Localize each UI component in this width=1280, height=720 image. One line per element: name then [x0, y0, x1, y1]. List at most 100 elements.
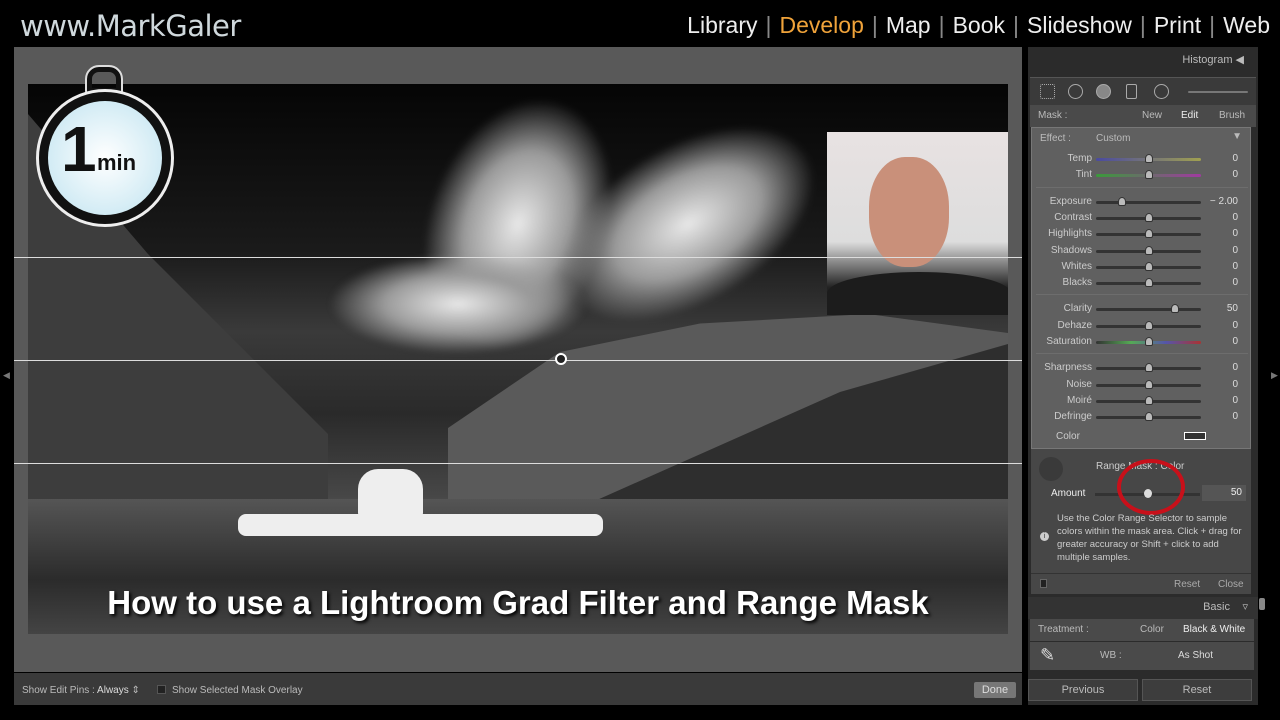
- dehaze-slider[interactable]: [1096, 320, 1201, 330]
- saturation-slider-thumb[interactable]: [1144, 337, 1153, 346]
- eyedropper-icon[interactable]: ✎: [1040, 645, 1055, 666]
- module-web[interactable]: Web: [1223, 12, 1270, 39]
- sharpness-slider[interactable]: [1096, 363, 1201, 373]
- basic-header[interactable]: Basic ▿: [1028, 597, 1258, 619]
- tint-slider[interactable]: [1096, 170, 1201, 180]
- show-edit-pins-select[interactable]: Show Edit Pins : Always ⇕: [22, 685, 140, 696]
- clarity-slider-thumb[interactable]: [1170, 304, 1179, 314]
- image-canvas[interactable]: How to use a Lightroom Grad Filter and R…: [14, 47, 1022, 672]
- slider-defringe: Defringe 0: [1054, 411, 1238, 423]
- highlights-value[interactable]: 0: [1232, 228, 1238, 239]
- module-separator: |: [1013, 12, 1019, 38]
- treatment-color-button[interactable]: Color: [1140, 624, 1164, 635]
- module-print[interactable]: Print: [1154, 12, 1201, 39]
- slider-clarity: Clarity 50: [1063, 303, 1238, 315]
- right-panel-toggle-icon[interactable]: ▶: [1271, 370, 1278, 381]
- graduated-filter-icon[interactable]: [1126, 84, 1137, 99]
- temp-value[interactable]: 0: [1232, 153, 1238, 164]
- reset-button[interactable]: Reset: [1142, 679, 1252, 701]
- moir-slider-thumb[interactable]: [1144, 395, 1153, 405]
- noise-slider-thumb[interactable]: [1144, 379, 1153, 389]
- moir-value[interactable]: 0: [1232, 395, 1238, 406]
- exposure-value[interactable]: − 2.00: [1210, 196, 1238, 207]
- moir-slider[interactable]: [1096, 395, 1201, 405]
- contrast-slider-thumb[interactable]: [1144, 212, 1153, 222]
- blacks-value[interactable]: 0: [1232, 277, 1238, 288]
- mask-reset-button[interactable]: Reset: [1174, 579, 1200, 590]
- module-develop[interactable]: Develop: [779, 12, 863, 39]
- grad-filter-line-bottom[interactable]: [14, 463, 1022, 464]
- amount-value[interactable]: 50: [1202, 485, 1246, 501]
- exposure-slider-thumb[interactable]: [1118, 196, 1127, 206]
- shadows-slider-thumb[interactable]: [1144, 245, 1153, 255]
- wb-select[interactable]: As Shot: [1178, 650, 1213, 661]
- saturation-value[interactable]: 0: [1232, 336, 1238, 347]
- mask-close-button[interactable]: Close: [1218, 579, 1244, 590]
- sharpness-slider-thumb[interactable]: [1144, 363, 1153, 373]
- module-separator: |: [871, 12, 878, 38]
- blacks-slider[interactable]: [1096, 278, 1201, 288]
- module-picker: Library | Develop | Map | Book | Slideshow | Print…: [687, 12, 1270, 39]
- effect-preset-select[interactable]: Custom: [1096, 133, 1130, 144]
- highlights-slider[interactable]: [1096, 229, 1201, 239]
- tint-slider-thumb[interactable]: [1144, 170, 1153, 180]
- brand-logo: www.MarkGaler: [20, 9, 241, 43]
- exposure-slider[interactable]: [1096, 196, 1201, 206]
- blacks-slider-thumb[interactable]: [1144, 278, 1153, 288]
- defringe-slider-thumb[interactable]: [1144, 412, 1153, 422]
- contrast-value[interactable]: 0: [1232, 212, 1238, 223]
- saturation-slider[interactable]: [1096, 337, 1201, 346]
- highlights-slider-thumb[interactable]: [1144, 229, 1153, 239]
- spot-removal-icon[interactable]: [1068, 84, 1083, 99]
- noise-value[interactable]: 0: [1232, 379, 1238, 390]
- collapse-triangle-icon[interactable]: ▼: [1232, 131, 1242, 142]
- left-panel-toggle-icon[interactable]: ◀: [3, 370, 10, 381]
- clarity-value[interactable]: 50: [1227, 303, 1238, 314]
- treatment-bw-button[interactable]: Black & White: [1183, 624, 1245, 635]
- brush-size-slider[interactable]: [1188, 91, 1248, 93]
- mask-new-button[interactable]: New: [1142, 110, 1162, 121]
- slider-noise: Noise 0: [1066, 378, 1238, 390]
- done-button[interactable]: Done: [974, 682, 1016, 698]
- clarity-slider[interactable]: [1096, 304, 1201, 314]
- module-book[interactable]: Book: [953, 12, 1005, 39]
- temp-slider-thumb[interactable]: [1144, 154, 1153, 163]
- slider-whites: Whites 0: [1061, 260, 1238, 272]
- histogram-header[interactable]: Histogram ◀: [1182, 53, 1244, 66]
- module-separator: |: [1139, 12, 1146, 38]
- shadows-slider[interactable]: [1096, 245, 1201, 255]
- whites-value[interactable]: 0: [1232, 261, 1238, 272]
- crop-icon[interactable]: [1040, 84, 1055, 99]
- red-eye-icon[interactable]: [1096, 84, 1111, 99]
- contrast-slider[interactable]: [1096, 212, 1201, 222]
- color-swatch[interactable]: [1184, 432, 1206, 440]
- mask-overlay-checkbox[interactable]: [157, 685, 166, 694]
- dehaze-value[interactable]: 0: [1232, 320, 1238, 331]
- mask-brush-button[interactable]: Brush: [1219, 110, 1245, 121]
- whites-slider-thumb[interactable]: [1144, 261, 1153, 271]
- module-map[interactable]: Map: [886, 12, 931, 39]
- grad-filter-line-center[interactable]: [14, 360, 1022, 361]
- noise-slider[interactable]: [1096, 379, 1201, 389]
- tint-value[interactable]: 0: [1232, 169, 1238, 180]
- color-range-selector-icon[interactable]: [1039, 457, 1063, 481]
- mask-toggle-switch[interactable]: [1040, 579, 1047, 588]
- defringe-slider[interactable]: [1096, 412, 1201, 422]
- shadows-value[interactable]: 0: [1232, 245, 1238, 256]
- module-slideshow[interactable]: Slideshow: [1027, 12, 1132, 39]
- divider: [1036, 186, 1248, 188]
- grad-filter-line-top[interactable]: [14, 257, 1022, 258]
- radial-filter-icon[interactable]: [1154, 84, 1169, 99]
- dehaze-slider-thumb[interactable]: [1144, 320, 1153, 330]
- temp-slider[interactable]: [1096, 154, 1201, 163]
- defringe-value[interactable]: 0: [1232, 411, 1238, 422]
- previous-button[interactable]: Previous: [1028, 679, 1138, 701]
- mask-edit-button[interactable]: Edit: [1181, 110, 1198, 121]
- divider: [1036, 353, 1248, 355]
- whites-slider[interactable]: [1096, 261, 1201, 271]
- edit-pin[interactable]: [555, 353, 567, 365]
- module-library[interactable]: Library: [687, 12, 757, 39]
- slider-sharpness: Sharpness 0: [1044, 362, 1238, 374]
- panel-scrollbar[interactable]: [1259, 598, 1265, 610]
- sharpness-value[interactable]: 0: [1232, 362, 1238, 373]
